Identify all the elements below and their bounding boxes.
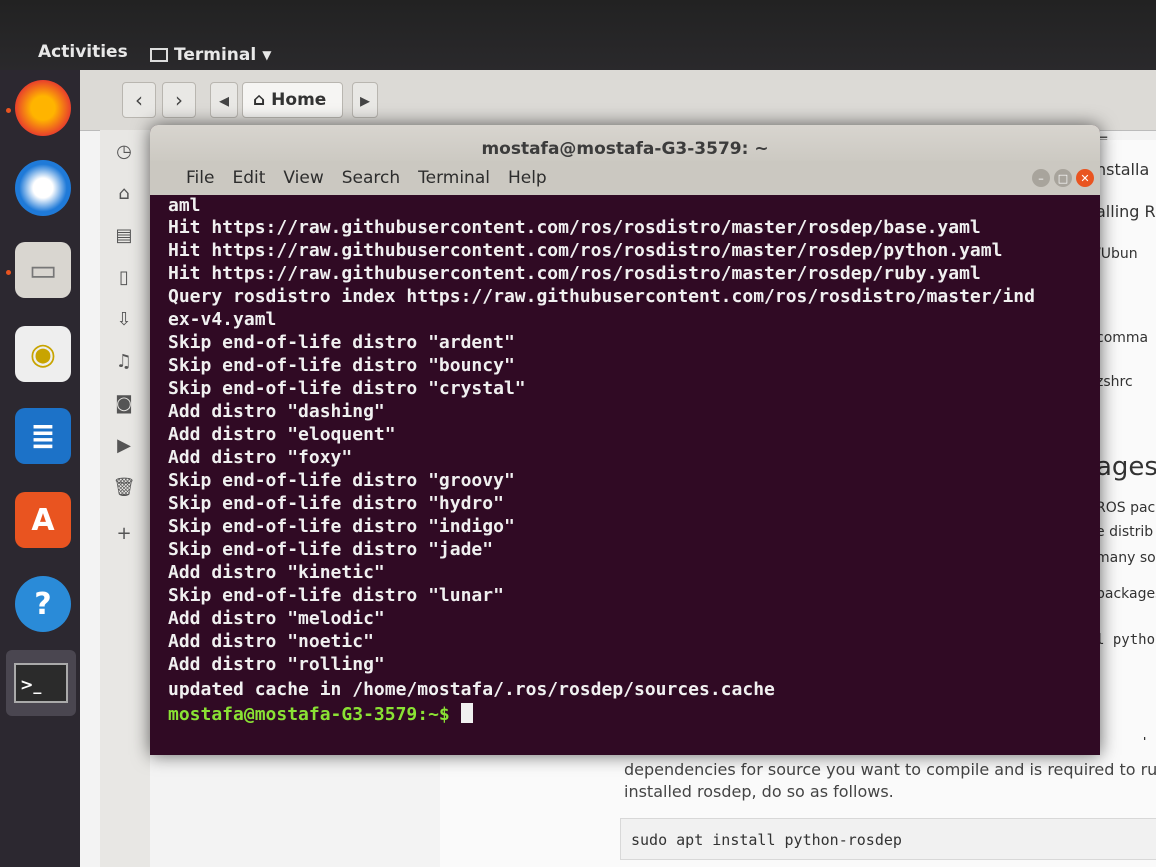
home-icon[interactable]: ⌂ (112, 182, 136, 206)
path-home-label: Home (271, 90, 327, 110)
page-text: /Ubun (1096, 246, 1138, 262)
menu-edit[interactable]: Edit (232, 168, 265, 188)
menu-search[interactable]: Search (342, 168, 400, 188)
terminal-line: updated cache in /home/mostafa/.ros/rosd… (168, 679, 775, 700)
terminal-line: Add distro "noetic" (168, 631, 374, 652)
menu-terminal[interactable]: Terminal (418, 168, 490, 188)
page-text: dependencies for source you want to comp… (624, 760, 1156, 779)
recent-icon[interactable]: ◷ (112, 140, 136, 164)
pictures-icon[interactable]: ◙ (112, 392, 136, 416)
page-heading: ages (1096, 452, 1156, 482)
documents-icon[interactable]: ▯ (112, 266, 136, 290)
terminal-line: Query rosdistro index https://raw.github… (168, 286, 1035, 307)
activities-button[interactable]: Activities (38, 42, 128, 62)
terminal-line: ex-v4.yaml (168, 309, 277, 330)
firefox-icon[interactable] (15, 80, 71, 136)
terminal-line: Hit https://raw.githubusercontent.com/ro… (168, 217, 981, 238)
terminal-line: Skip end-of-life distro "ardent" (168, 332, 515, 353)
files-header: ‹ › ◂ ⌂ Home ▸ (80, 70, 1156, 131)
terminal-line: aml (168, 195, 201, 216)
terminal-line: Add distro "eloquent" (168, 424, 396, 445)
page-text: many so (1096, 550, 1156, 566)
terminal-output[interactable]: aml Hit https://raw.githubusercontent.co… (150, 195, 1100, 755)
terminal-titlebar[interactable]: mostafa@mostafa-G3-3579: ~ (150, 125, 1100, 165)
menu-file[interactable]: File (186, 168, 214, 188)
terminal-prompt-line[interactable]: mostafa@mostafa-G3-3579:~$ (168, 703, 473, 725)
terminal-line: Add distro "dashing" (168, 401, 385, 422)
app-menu[interactable]: Terminal ▼ (150, 45, 271, 65)
page-text: nstalla (1096, 160, 1150, 179)
path-home-button[interactable]: ⌂ Home (242, 82, 344, 118)
text-cursor (460, 703, 473, 723)
app-menu-label: Terminal (174, 45, 257, 65)
menu-view[interactable]: View (283, 168, 323, 188)
terminal-icon (150, 48, 168, 62)
page-text: comma (1096, 330, 1149, 346)
files-sidebar: ◷ ⌂ ▤ ▯ ⇩ ♫ ◙ ▶ 🗑 + (100, 130, 150, 867)
chevron-down-icon: ▼ (262, 48, 272, 62)
page-text: installed rosdep, do so as follows. (624, 782, 894, 801)
terminal-line: Skip end-of-life distro "groovy" (168, 470, 515, 491)
terminal-line: Add distro "rolling" (168, 654, 385, 675)
music-icon[interactable]: ♫ (112, 350, 136, 374)
path-left-button[interactable]: ◂ (210, 82, 238, 118)
thunderbird-icon[interactable] (15, 160, 71, 216)
help-icon[interactable]: ? (15, 576, 71, 632)
page-text: e distrib (1096, 524, 1154, 540)
software-center-icon[interactable]: A (15, 492, 71, 548)
dock: ▭ ◉ ≣ A ? >_ (0, 70, 80, 867)
code-block: sudo apt install python-rosdep (620, 818, 1156, 860)
page-text: alling R (1096, 202, 1156, 221)
writer-icon[interactable]: ≣ (15, 408, 71, 464)
downloads-icon[interactable]: ⇩ (112, 308, 136, 332)
running-indicator (6, 270, 11, 275)
videos-icon[interactable]: ▶ (112, 434, 136, 458)
page-text: ROS pac (1096, 500, 1156, 516)
terminal-line: Hit https://raw.githubusercontent.com/ro… (168, 263, 981, 284)
maximize-button[interactable]: □ (1054, 169, 1072, 187)
terminal-line: Skip end-of-life distro "lunar" (168, 585, 504, 606)
top-bar: Activities Terminal ▼ (0, 0, 1156, 80)
menu-help[interactable]: Help (508, 168, 547, 188)
trash-icon[interactable]: 🗑 (112, 476, 136, 500)
page-code: l pytho (1096, 632, 1156, 648)
terminal-menubar: File Edit View Search Terminal Help (150, 161, 1100, 195)
running-indicator (6, 108, 11, 113)
terminal-line: Add distro "melodic" (168, 608, 385, 629)
terminal-line: Skip end-of-life distro "jade" (168, 539, 494, 560)
rhythmbox-icon[interactable]: ◉ (15, 326, 71, 382)
terminal-line: Skip end-of-life distro "hydro" (168, 493, 504, 514)
browser-page-bottom: dependencies for source you want to comp… (440, 740, 1156, 867)
terminal-line: Skip end-of-life distro "indigo" (168, 516, 515, 537)
close-button[interactable]: ✕ (1076, 169, 1094, 187)
terminal-line: Add distro "kinetic" (168, 562, 385, 583)
terminal-line: Add distro "foxy" (168, 447, 353, 468)
path-right-button[interactable]: ▸ (352, 82, 378, 118)
files-icon[interactable]: ▭ (15, 242, 71, 298)
page-text: packages (1096, 586, 1156, 602)
back-button[interactable]: ‹ (122, 82, 156, 118)
terminal-line: Hit https://raw.githubusercontent.com/ro… (168, 240, 1003, 261)
shell-prompt: mostafa@mostafa-G3-3579:~$ (168, 704, 450, 725)
add-location-icon[interactable]: + (112, 522, 136, 546)
terminal-title: mostafa@mostafa-G3-3579: ~ (481, 139, 769, 159)
home-icon: ⌂ (253, 90, 266, 110)
forward-button[interactable]: › (162, 82, 196, 118)
terminal-line: Skip end-of-life distro "bouncy" (168, 355, 515, 376)
terminal-line: Skip end-of-life distro "crystal" (168, 378, 526, 399)
terminal-window[interactable]: mostafa@mostafa-G3-3579: ~ File Edit Vie… (150, 125, 1100, 755)
terminal-dock-icon[interactable]: >_ (6, 650, 76, 716)
desktop-icon[interactable]: ▤ (112, 224, 136, 248)
minimize-button[interactable]: – (1032, 169, 1050, 187)
page-text: zshrc (1096, 374, 1133, 390)
